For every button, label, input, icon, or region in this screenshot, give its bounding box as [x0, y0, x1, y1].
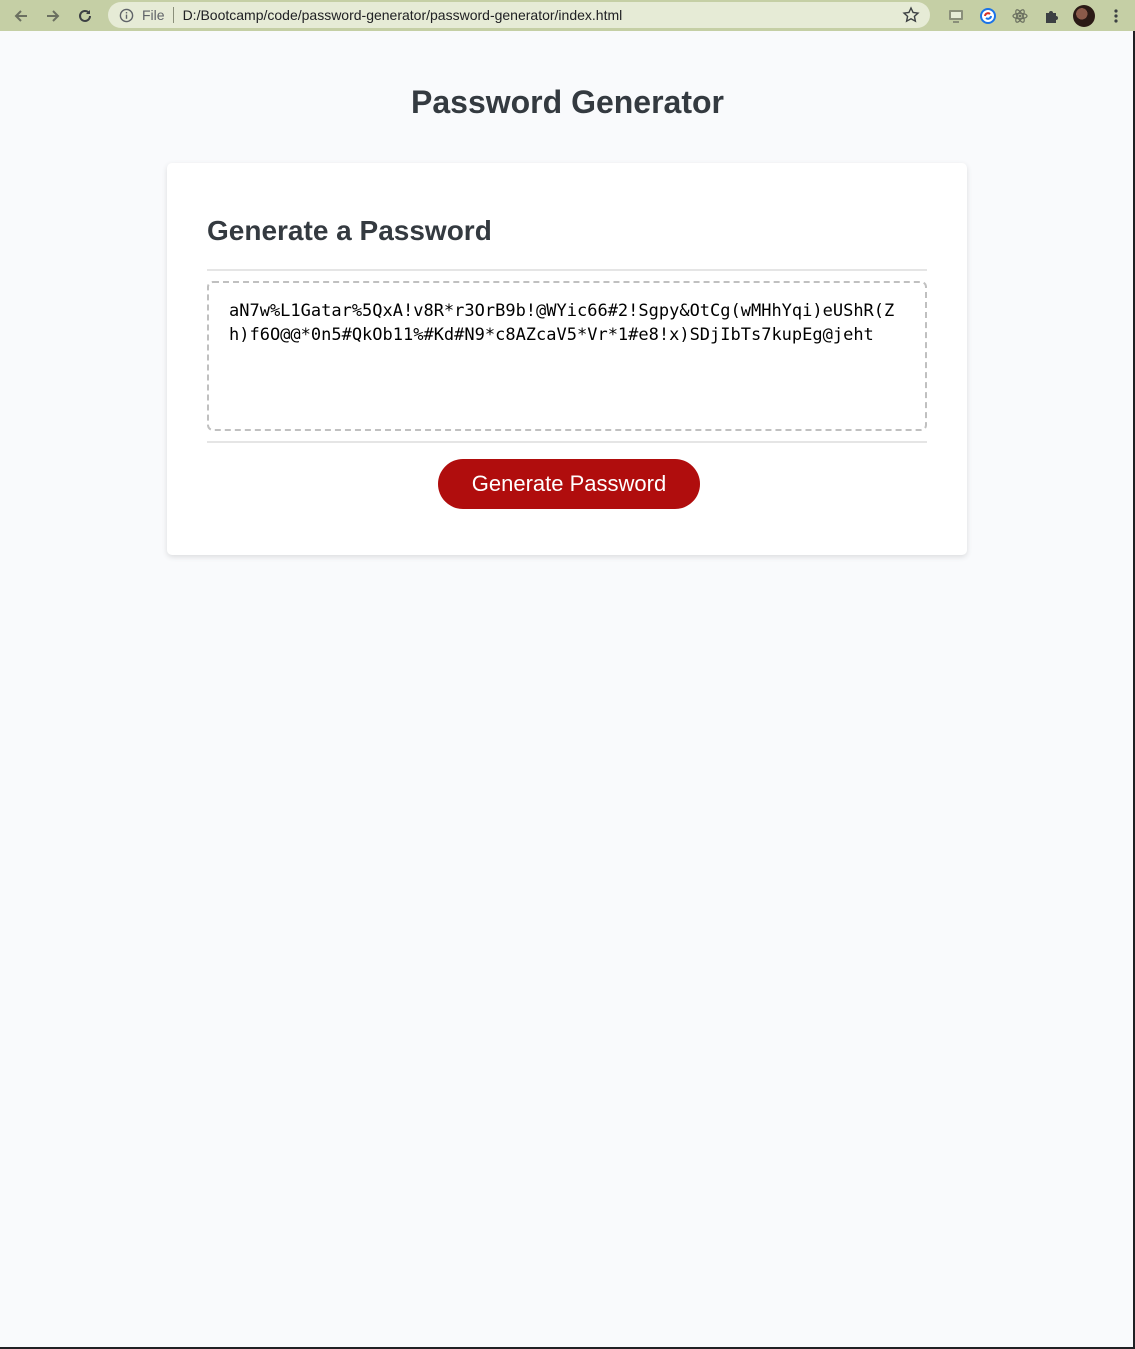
back-arrow-icon[interactable] [5, 2, 37, 30]
forward-arrow-icon[interactable] [37, 2, 69, 30]
reload-icon[interactable] [69, 2, 101, 30]
card-title: Generate a Password [207, 215, 492, 246]
omnibox-separator [172, 7, 174, 23]
page-title: Password Generator [411, 84, 724, 120]
sync-extension-icon[interactable] [972, 2, 1004, 30]
url-text[interactable]: D:/Bootcamp/code/password-generator/pass… [183, 7, 623, 23]
generate-password-button[interactable]: Generate Password [438, 459, 700, 509]
extensions-area [940, 0, 1132, 31]
generator-card: Generate a Password aN7w%L1Gatar%5QxA!v8… [167, 163, 967, 555]
file-scheme-label: File [142, 7, 165, 23]
info-icon[interactable] [118, 7, 134, 23]
react-devtools-icon[interactable] [1004, 2, 1036, 30]
profile-avatar[interactable] [1068, 2, 1100, 30]
card-divider-bottom [207, 441, 927, 443]
kebab-menu-icon[interactable] [1100, 2, 1132, 30]
bookmark-star-icon[interactable] [902, 6, 920, 24]
card-divider-top [207, 269, 927, 271]
address-bar[interactable]: File D:/Bootcamp/code/password-generator… [108, 2, 930, 28]
password-output[interactable]: aN7w%L1Gatar%5QxA!v8R*r3OrB9b!@WYic66#2!… [207, 281, 927, 431]
puzzle-extensions-icon[interactable] [1036, 2, 1068, 30]
dsf-extension-icon[interactable] [940, 2, 972, 30]
